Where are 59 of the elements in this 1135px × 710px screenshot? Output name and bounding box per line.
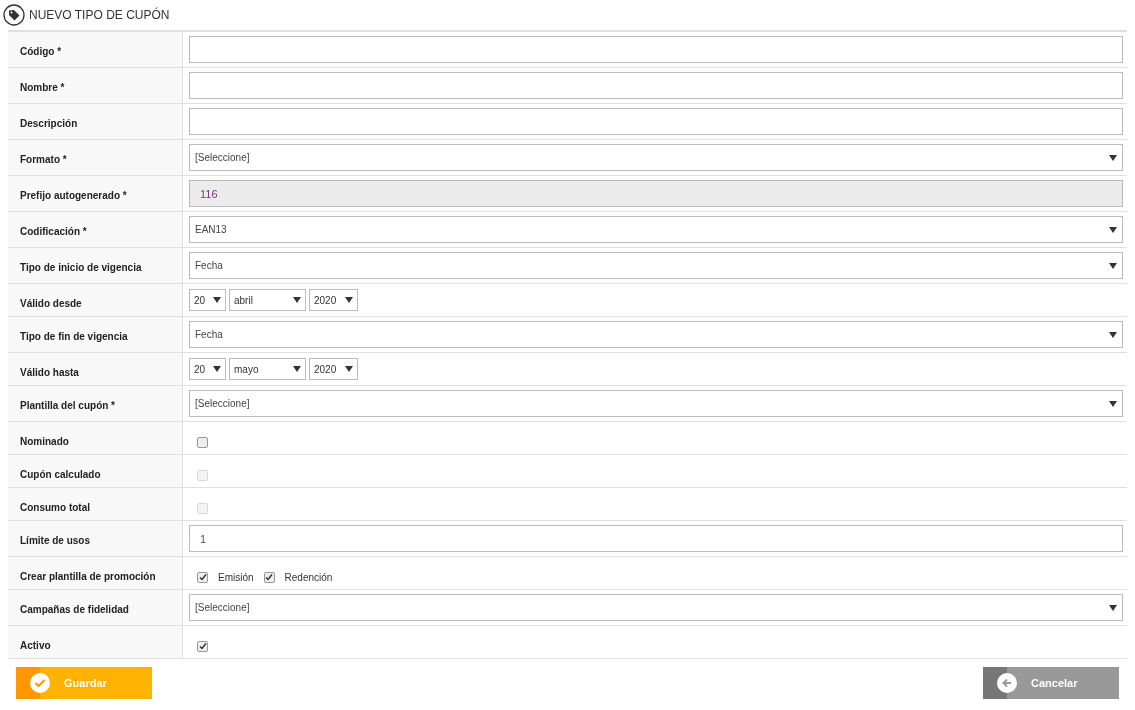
field-label: Nominado: [20, 436, 69, 447]
field-label: Crear plantilla de promoción: [20, 571, 156, 582]
caret-icon: [213, 297, 221, 303]
day-dropdown[interactable]: 20: [189, 358, 226, 380]
field-label: Campañas de fidelidad: [20, 604, 129, 615]
checkbox[interactable]: [197, 436, 208, 448]
dropdown[interactable]: Fecha: [189, 252, 1123, 279]
page-title: NUEVO TIPO DE CUPÓN: [29, 6, 170, 24]
checkbox-label: Emisión: [218, 570, 254, 585]
field-label: Cupón calculado: [20, 469, 101, 480]
checkbox[interactable]: [197, 571, 208, 583]
field-label: Consumo total: [20, 502, 90, 513]
caret-icon: [1109, 604, 1117, 611]
dropdown[interactable]: EAN13: [189, 216, 1123, 243]
caret-icon: [1109, 226, 1117, 233]
caret-icon: [213, 366, 221, 372]
field-label: Código *: [20, 46, 62, 57]
dropdown[interactable]: [Seleccione]: [189, 594, 1123, 621]
text-field[interactable]: 116: [189, 180, 1123, 207]
field-label: Nombre *: [20, 82, 65, 93]
caret-icon: [1109, 400, 1117, 407]
caret-icon: [1109, 331, 1117, 338]
month-dropdown[interactable]: abril: [229, 289, 306, 311]
checkbox[interactable]: [263, 571, 275, 583]
dropdown[interactable]: [Seleccione]: [189, 144, 1123, 171]
field-label: Activo: [20, 640, 51, 651]
field-label: Codificación *: [20, 226, 87, 237]
field-label: Prefijo autogenerado *: [20, 190, 127, 201]
caret-icon: [293, 366, 301, 372]
text-field[interactable]: [189, 108, 1123, 135]
field-label: Plantilla del cupón *: [20, 400, 115, 411]
dropdown[interactable]: Fecha: [189, 321, 1123, 348]
caret-icon: [345, 366, 353, 372]
checkbox[interactable]: [197, 640, 208, 652]
checkmark-icon: [198, 573, 207, 581]
field-label: Límite de usos: [20, 535, 90, 546]
dropdown[interactable]: [Seleccione]: [189, 390, 1123, 417]
caret-icon: [345, 297, 353, 303]
text-field[interactable]: 1: [189, 525, 1123, 552]
checkmark-icon: [198, 642, 207, 650]
month-dropdown[interactable]: mayo: [229, 358, 306, 380]
field-label: Tipo de fin de vigencia: [20, 331, 128, 342]
year-dropdown[interactable]: 2020: [309, 358, 358, 380]
tag-icon: [3, 4, 25, 26]
field-label: Descripción: [20, 118, 78, 129]
caret-icon: [1109, 262, 1117, 269]
year-dropdown[interactable]: 2020: [309, 289, 358, 311]
text-field[interactable]: [189, 72, 1123, 99]
day-dropdown[interactable]: 20: [189, 289, 226, 311]
check-icon: [30, 673, 50, 693]
checkbox-label: Redención: [284, 570, 333, 585]
caret-icon: [1109, 154, 1117, 161]
text-field[interactable]: [189, 36, 1123, 63]
field-label: Formato *: [20, 154, 67, 165]
checkmark-icon: [265, 573, 274, 581]
field-label: Válido desde: [20, 298, 82, 309]
field-label: Válido hasta: [20, 367, 79, 378]
caret-icon: [293, 297, 301, 303]
field-label: Tipo de inicio de vigencia: [20, 262, 142, 273]
